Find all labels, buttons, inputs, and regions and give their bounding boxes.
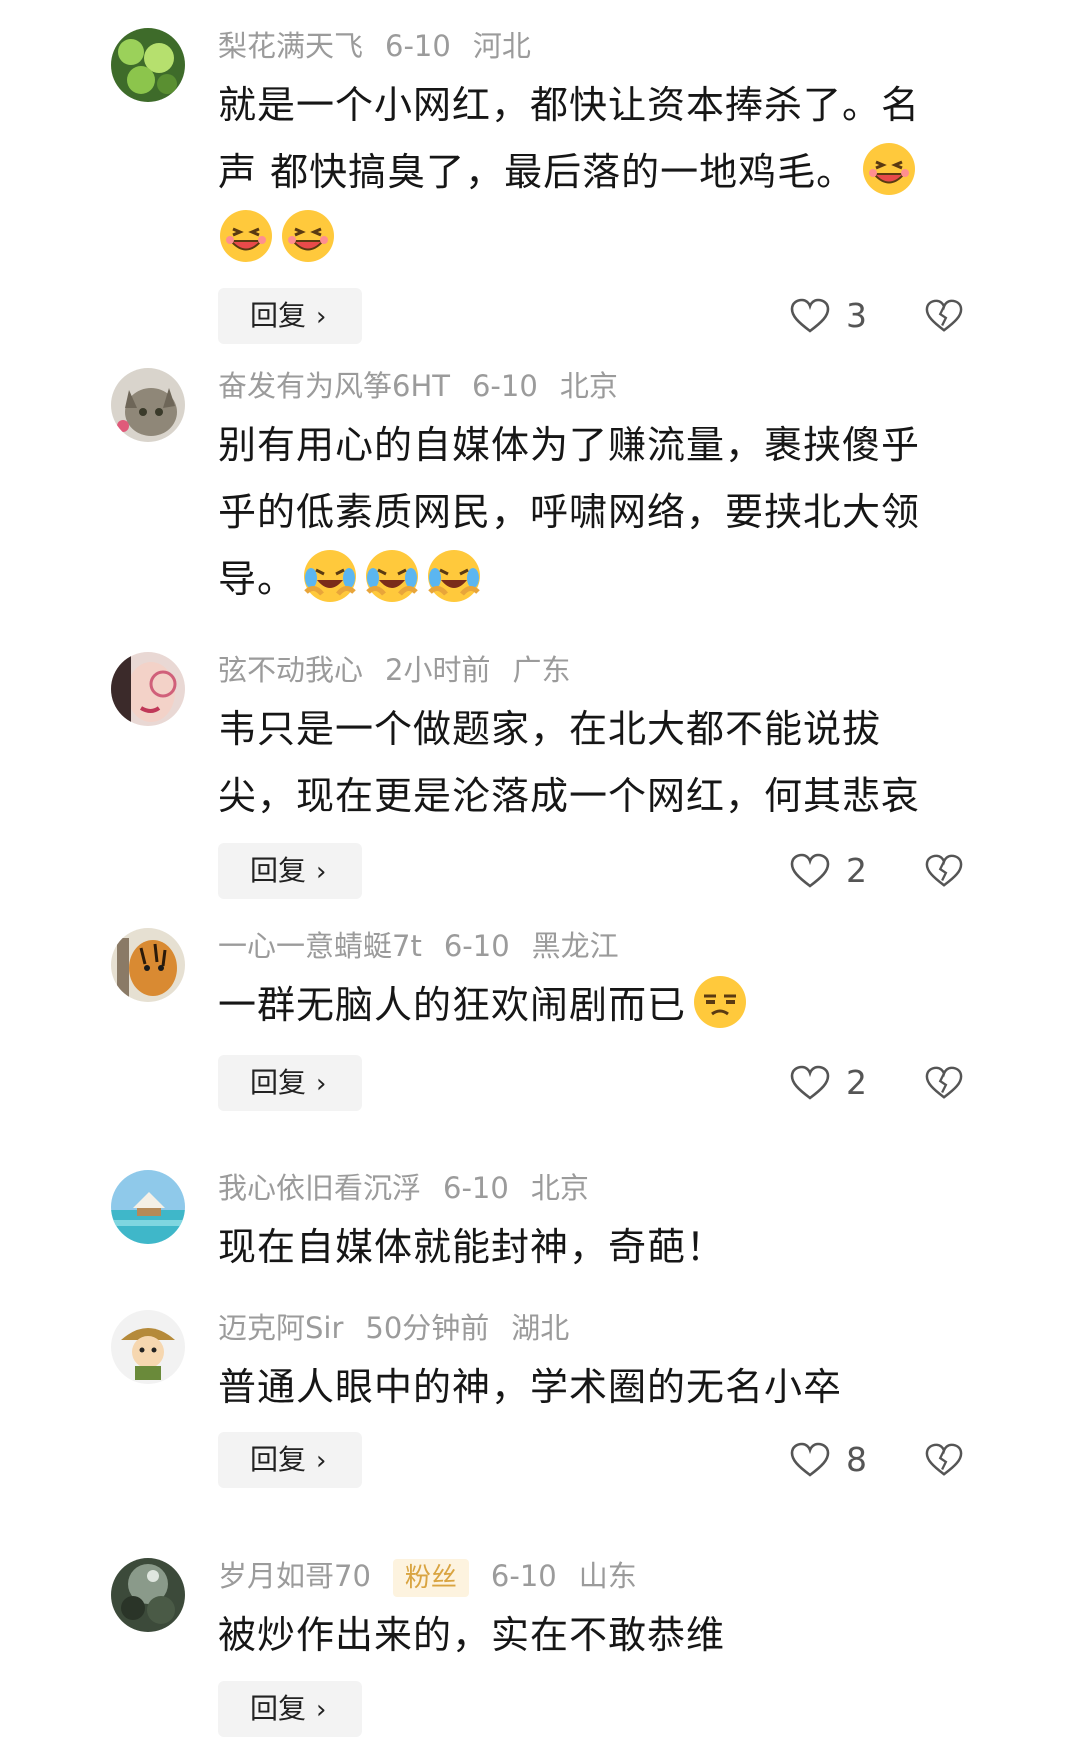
grin-emoji bbox=[863, 143, 916, 195]
chevron-right-icon: › bbox=[316, 857, 327, 887]
username[interactable]: 一心一意蜻蜓7t bbox=[218, 929, 422, 963]
comment-time: 6-10 bbox=[471, 369, 538, 403]
comment-location: 河北 bbox=[472, 29, 531, 63]
comment-text: 一群无脑人的狂欢闹剧而已 bbox=[218, 972, 958, 1039]
comment-location: 北京 bbox=[559, 369, 618, 403]
comment-meta: 梨花满天飞 6-10 河北 bbox=[218, 28, 553, 64]
comment-meta: 我心依旧看沉浮 6-10 北京 bbox=[218, 1170, 611, 1206]
reply-label: 回复 bbox=[250, 299, 307, 332]
like-count: 2 bbox=[846, 851, 867, 890]
grin-emoji bbox=[220, 210, 272, 262]
username[interactable]: 奋发有为风筝6HT bbox=[218, 369, 450, 403]
reply-label: 回复 bbox=[250, 1443, 307, 1476]
broken-heart-icon bbox=[925, 1066, 963, 1099]
comment-time: 6-10 bbox=[443, 1171, 509, 1205]
avatar[interactable] bbox=[111, 1170, 185, 1244]
grin-emoji bbox=[282, 210, 334, 262]
chevron-right-icon: › bbox=[316, 302, 327, 332]
comment-time: 2小时前 bbox=[385, 653, 491, 687]
comment-body: 被炒作出来的，实在不敢恭维 bbox=[218, 1613, 726, 1657]
like-count: 8 bbox=[846, 1440, 867, 1479]
laugh-cry-emoji bbox=[428, 550, 481, 602]
comment-meta: 岁月如哥70 粉丝 6-10 山东 bbox=[218, 1558, 659, 1597]
reply-label: 回复 bbox=[250, 1692, 307, 1725]
broken-heart-icon bbox=[925, 854, 963, 887]
avatar[interactable] bbox=[111, 1310, 185, 1384]
username[interactable]: 我心依旧看沉浮 bbox=[218, 1171, 421, 1205]
comment-text: 别有用心的自媒体为了赚流量，裹挟傻乎乎的低素质网民，呼啸网络，要挟北大领导。 bbox=[218, 412, 958, 613]
heart-icon bbox=[790, 298, 830, 333]
chevron-right-icon: › bbox=[316, 1069, 327, 1099]
comment-time: 6-10 bbox=[443, 929, 510, 963]
avatar[interactable] bbox=[111, 652, 185, 726]
comment-body: 韦只是一个做题家，在北大都不能说拔尖，现在更是沦落成一个网红，何其悲哀 bbox=[218, 707, 921, 818]
username[interactable]: 岁月如哥70 bbox=[218, 1559, 371, 1593]
reply-button[interactable]: 回复 › bbox=[218, 843, 362, 899]
like-button[interactable]: 2 bbox=[790, 1055, 900, 1111]
reply-button[interactable]: 回复 › bbox=[218, 1432, 362, 1488]
username[interactable]: 迈克阿Sir bbox=[218, 1311, 343, 1345]
username[interactable]: 梨花满天飞 bbox=[218, 29, 363, 63]
comment-location: 山东 bbox=[578, 1559, 637, 1593]
comment-meta: 弦不动我心 2小时前 广东 bbox=[218, 652, 592, 688]
avatar[interactable] bbox=[111, 1558, 185, 1632]
comment-text: 就是一个小网红，都快让资本捧杀了。名声 都快搞臭了，最后落的一地鸡毛。 bbox=[218, 72, 958, 273]
comment-time: 6-10 bbox=[385, 29, 451, 63]
dislike-button[interactable] bbox=[925, 1432, 965, 1488]
comment-time: 6-10 bbox=[490, 1559, 557, 1593]
reply-label: 回复 bbox=[250, 1066, 307, 1099]
like-button[interactable]: 2 bbox=[790, 843, 900, 899]
comment-location: 湖北 bbox=[511, 1311, 570, 1345]
like-count: 2 bbox=[846, 1063, 867, 1102]
like-button[interactable]: 8 bbox=[790, 1432, 900, 1488]
unamused-emoji bbox=[694, 976, 747, 1028]
dislike-button[interactable] bbox=[925, 288, 965, 344]
like-button[interactable]: 3 bbox=[790, 288, 900, 344]
comment-meta: 一心一意蜻蜓7t 6-10 黑龙江 bbox=[218, 928, 641, 964]
chevron-right-icon: › bbox=[316, 1446, 327, 1476]
heart-icon bbox=[790, 1442, 830, 1477]
laugh-cry-emoji bbox=[366, 550, 419, 602]
reply-button[interactable]: 回复 › bbox=[218, 1681, 362, 1737]
comment-body: 现在自媒体就能封神，奇葩！ bbox=[218, 1225, 726, 1269]
comment-text: 韦只是一个做题家，在北大都不能说拔尖，现在更是沦落成一个网红，何其悲哀 bbox=[218, 696, 958, 830]
chevron-right-icon: › bbox=[316, 1695, 327, 1725]
comment-location: 北京 bbox=[530, 1171, 589, 1205]
avatar[interactable] bbox=[111, 28, 185, 102]
reply-button[interactable]: 回复 › bbox=[218, 1055, 362, 1111]
heart-icon bbox=[790, 1065, 830, 1100]
avatar[interactable] bbox=[111, 928, 185, 1002]
comment-text: 被炒作出来的，实在不敢恭维 bbox=[218, 1602, 958, 1669]
dislike-button[interactable] bbox=[925, 1055, 965, 1111]
username[interactable]: 弦不动我心 bbox=[218, 653, 363, 687]
heart-icon bbox=[790, 853, 830, 888]
laugh-cry-emoji bbox=[304, 550, 357, 602]
broken-heart-icon bbox=[925, 299, 963, 332]
broken-heart-icon bbox=[925, 1443, 963, 1476]
comment-body: 一群无脑人的狂欢闹剧而已 bbox=[218, 983, 687, 1027]
comment-location: 黑龙江 bbox=[531, 929, 619, 963]
comment-meta: 迈克阿Sir 50分钟前 湖北 bbox=[218, 1310, 591, 1346]
comment-meta: 奋发有为风筝6HT 6-10 北京 bbox=[218, 368, 640, 404]
dislike-button[interactable] bbox=[925, 843, 965, 899]
comment-text: 普通人眼中的神，学术圈的无名小卒 bbox=[218, 1354, 958, 1421]
like-count: 3 bbox=[846, 296, 867, 335]
reply-label: 回复 bbox=[250, 854, 307, 887]
comment-location: 广东 bbox=[512, 653, 571, 687]
comment-time: 50分钟前 bbox=[365, 1311, 490, 1345]
comment-body: 就是一个小网红，都快让资本捧杀了。名声 都快搞臭了，最后落的一地鸡毛。 bbox=[218, 83, 921, 194]
fan-badge: 粉丝 bbox=[392, 1559, 469, 1597]
avatar[interactable] bbox=[111, 368, 185, 442]
reply-button[interactable]: 回复 › bbox=[218, 288, 362, 344]
comment-body: 普通人眼中的神，学术圈的无名小卒 bbox=[218, 1365, 843, 1409]
comment-text: 现在自媒体就能封神，奇葩！ bbox=[218, 1214, 958, 1281]
